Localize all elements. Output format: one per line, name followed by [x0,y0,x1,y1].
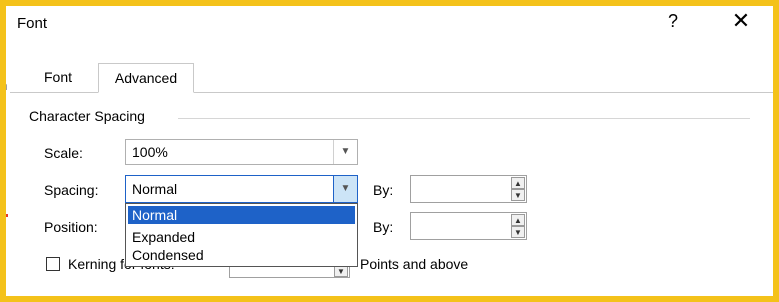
highlight-frame [0,0,779,302]
